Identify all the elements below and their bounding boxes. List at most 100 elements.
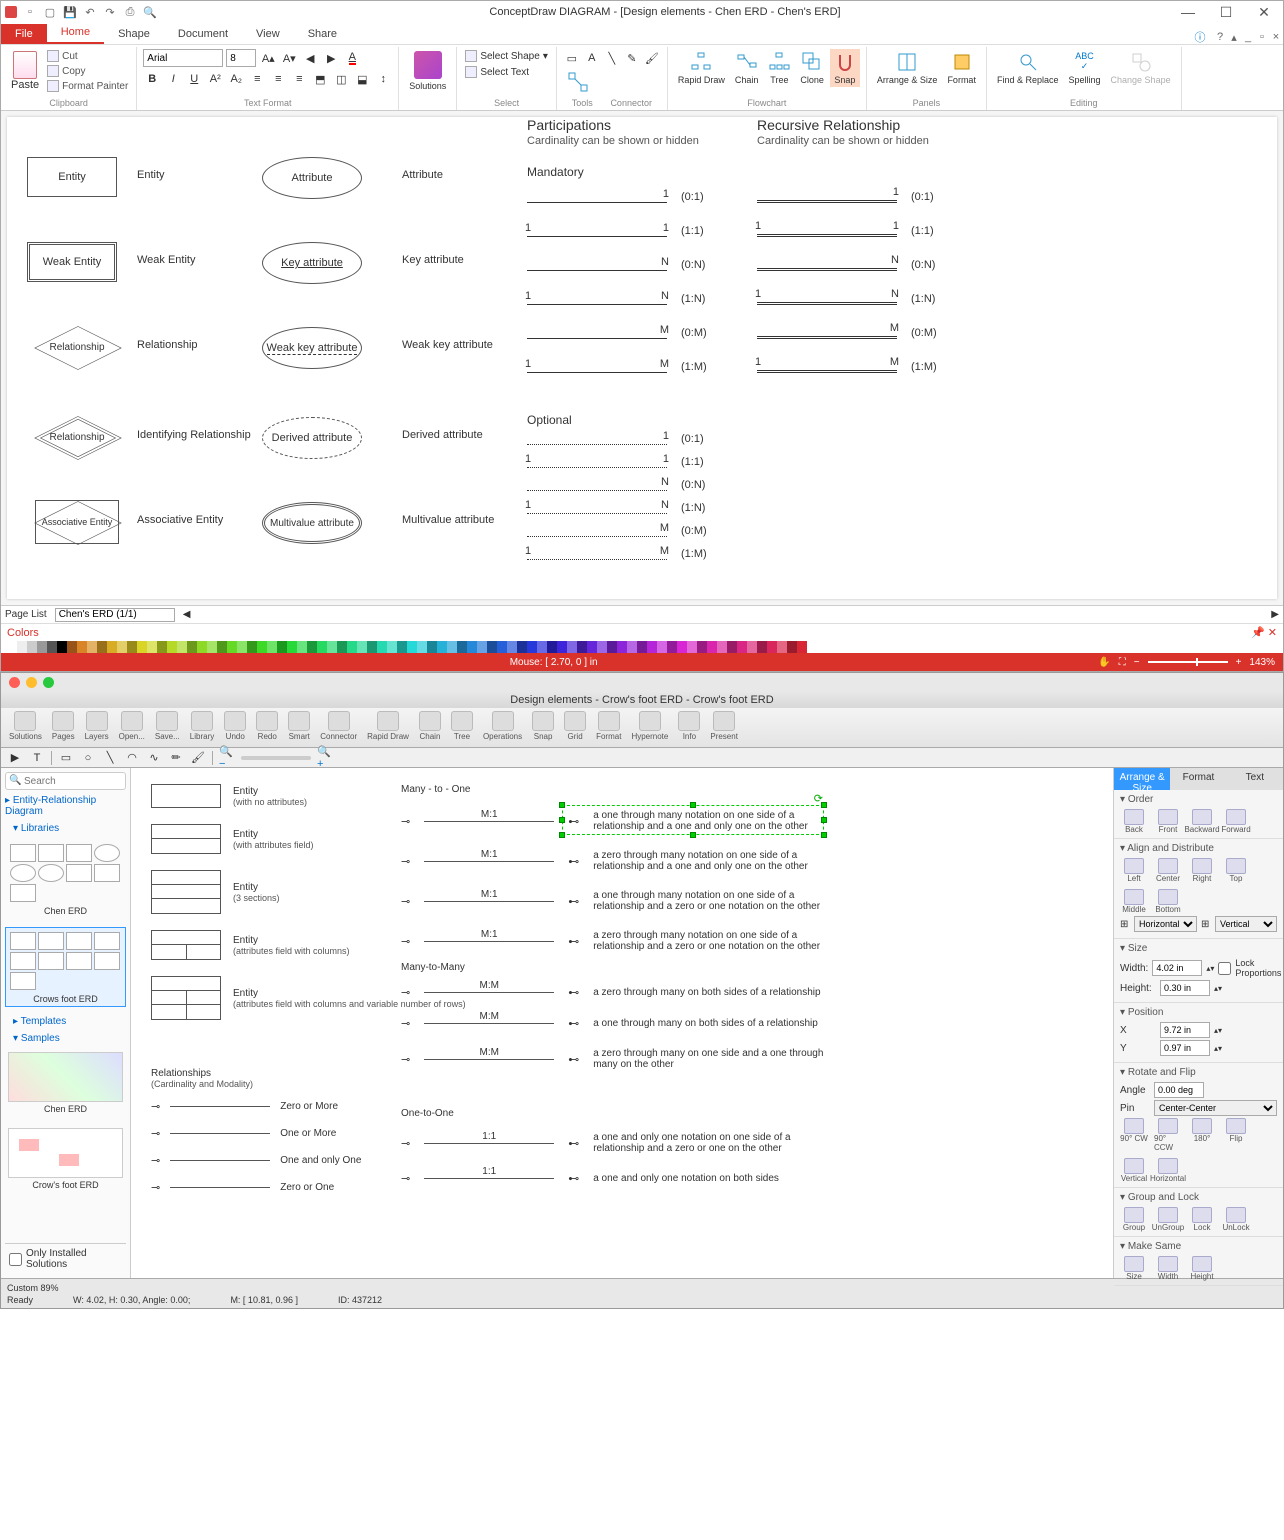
group-button[interactable]: Group	[1120, 1207, 1148, 1232]
left-button[interactable]: Left	[1120, 858, 1148, 883]
size-button[interactable]: Size	[1120, 1256, 1148, 1281]
toolbar-tree-button[interactable]: Tree	[447, 710, 477, 745]
attribute-shape[interactable]: Attribute	[262, 157, 362, 199]
color-swatch[interactable]	[707, 641, 717, 653]
color-swatch[interactable]	[417, 641, 427, 653]
page-list-label[interactable]: Page List	[5, 609, 47, 620]
underline-button[interactable]: U	[185, 70, 203, 88]
valign-mid-button[interactable]: ◫	[332, 70, 350, 88]
font-size-select[interactable]	[226, 49, 256, 67]
color-swatch[interactable]	[377, 641, 387, 653]
color-swatch[interactable]	[737, 641, 747, 653]
color-swatch[interactable]	[367, 641, 377, 653]
page-selector[interactable]	[55, 608, 175, 622]
selected-shape[interactable]: ⟳	[563, 806, 823, 834]
color-swatch[interactable]	[587, 641, 597, 653]
color-palette[interactable]	[1, 641, 1283, 653]
recursive-line[interactable]: 11	[757, 234, 897, 237]
hand-tool-icon[interactable]: ✋	[1098, 657, 1110, 668]
color-swatch[interactable]	[727, 641, 737, 653]
close-button[interactable]: ✕	[1249, 4, 1279, 21]
middle-button[interactable]: Middle	[1120, 889, 1148, 914]
toolbar-solutions-button[interactable]: Solutions	[5, 710, 46, 745]
color-swatch[interactable]	[27, 641, 37, 653]
lock-proportions-checkbox[interactable]	[1218, 962, 1231, 975]
color-swatch[interactable]	[427, 641, 437, 653]
rect-tool-icon[interactable]: ▭	[58, 750, 74, 766]
arc-tool-icon[interactable]: ◠	[124, 750, 140, 766]
drawing-page[interactable]: Entity Weak Entity Relationship Relation…	[7, 117, 1277, 599]
color-swatch[interactable]	[57, 641, 67, 653]
mac-zoom-button[interactable]	[43, 677, 54, 688]
italic-button[interactable]: I	[164, 70, 182, 88]
toolbar-chain-button[interactable]: Chain	[415, 710, 445, 745]
color-swatch[interactable]	[497, 641, 507, 653]
format-button[interactable]: Format	[943, 49, 980, 87]
color-swatch[interactable]	[7, 641, 17, 653]
recursive-line[interactable]: 1N	[757, 302, 897, 305]
ellipse-tool-icon[interactable]: ○	[80, 750, 96, 766]
canvas-area[interactable]: Entity Weak Entity Relationship Relation…	[1, 111, 1283, 605]
color-swatch[interactable]	[647, 641, 657, 653]
horizontal-distribute-select[interactable]: Horizontal	[1134, 916, 1197, 932]
x-input[interactable]	[1160, 1022, 1210, 1038]
qat-open-icon[interactable]: ▢	[43, 5, 57, 19]
key-attribute-shape[interactable]: Key attribute	[262, 242, 362, 284]
color-swatch[interactable]	[207, 641, 217, 653]
relationship-line[interactable]: M:1	[424, 941, 554, 942]
color-swatch[interactable]	[697, 641, 707, 653]
color-swatch[interactable]	[97, 641, 107, 653]
spline-tool-icon[interactable]: ∿	[146, 750, 162, 766]
color-swatch[interactable]	[537, 641, 547, 653]
color-swatch[interactable]	[787, 641, 797, 653]
font-select[interactable]	[143, 49, 223, 67]
color-swatch[interactable]	[457, 641, 467, 653]
vertical-button[interactable]: Vertical	[1120, 1158, 1148, 1183]
toolbar-library-button[interactable]: Library	[186, 710, 218, 745]
mandatory-line[interactable]: M	[527, 338, 667, 339]
color-swatch[interactable]	[77, 641, 87, 653]
right-button[interactable]: Right	[1188, 858, 1216, 883]
pin-select[interactable]: Center-Center	[1154, 1100, 1277, 1116]
mdi-min-icon[interactable]: _	[1241, 30, 1255, 44]
spelling-button[interactable]: ABC✓Spelling	[1065, 49, 1105, 87]
mac-canvas[interactable]: Entity(with no attributes)Entity(with at…	[131, 768, 1113, 1278]
toolbar-save-button[interactable]: Save...	[151, 710, 184, 745]
zoom-out-icon[interactable]: 🔍−	[219, 750, 235, 766]
color-swatch[interactable]	[387, 641, 397, 653]
associative-entity-shape[interactable]: Associative Entity	[27, 502, 127, 542]
color-swatch[interactable]	[157, 641, 167, 653]
relationship-line[interactable]: M:M	[424, 1023, 554, 1024]
entity-shape[interactable]: Entity	[27, 157, 117, 197]
pin-icon[interactable]: 📌	[1251, 627, 1265, 639]
paste-button[interactable]: Paste	[7, 49, 43, 93]
scroll-left-icon[interactable]: ◀	[183, 609, 191, 620]
color-swatch[interactable]	[187, 641, 197, 653]
rotate-handle-icon[interactable]: ⟳	[814, 792, 823, 805]
color-swatch[interactable]	[567, 641, 577, 653]
color-swatch[interactable]	[777, 641, 787, 653]
color-swatch[interactable]	[327, 641, 337, 653]
color-swatch[interactable]	[47, 641, 57, 653]
toolbar-rapiddraw-button[interactable]: Rapid Draw	[363, 710, 413, 745]
optional-line[interactable]: 1N	[527, 513, 667, 514]
chain-button[interactable]: Chain	[731, 49, 763, 87]
line-spacing-button[interactable]: ↕	[374, 70, 392, 88]
color-swatch[interactable]	[667, 641, 677, 653]
toolbar-hypernote-button[interactable]: Hypernote	[627, 710, 672, 745]
format-painter-button[interactable]: Format Painter	[45, 79, 130, 93]
mac-minimize-button[interactable]	[26, 677, 37, 688]
entity-shape[interactable]	[151, 976, 221, 1020]
color-swatch[interactable]	[337, 641, 347, 653]
ribbon-help-icon[interactable]: ?	[1213, 30, 1227, 44]
library-crows-foot[interactable]: Crows foot ERD	[5, 927, 126, 1007]
toolbar-layers-button[interactable]: Layers	[81, 710, 113, 745]
color-swatch[interactable]	[147, 641, 157, 653]
front-button[interactable]: Front	[1154, 809, 1182, 834]
align-center-button[interactable]: ≡	[269, 70, 287, 88]
y-input[interactable]	[1160, 1040, 1210, 1056]
toolbar-grid-button[interactable]: Grid	[560, 710, 590, 745]
tab-arrange-size[interactable]: Arrange & Size	[1114, 768, 1170, 790]
color-swatch[interactable]	[317, 641, 327, 653]
ungroup-button[interactable]: UnGroup	[1154, 1207, 1182, 1232]
